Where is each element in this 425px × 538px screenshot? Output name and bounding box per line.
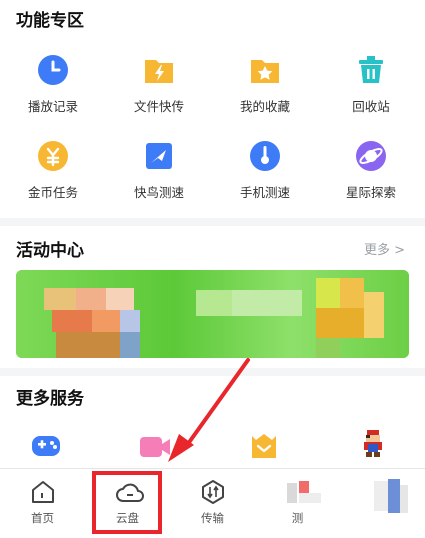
tab-speed[interactable]: 测: [255, 469, 340, 538]
tab-home-label: 首页: [31, 511, 54, 525]
star-explore-item[interactable]: 星际探索: [318, 138, 424, 201]
tab-transfer-label: 传输: [201, 511, 224, 525]
lightning-folder-icon: [141, 52, 177, 88]
bottom-tab-bar: 首页 云盘 传输 测: [0, 468, 425, 538]
features-title: 功能专区: [16, 11, 84, 31]
bird-speedtest-label: 快鸟测速: [133, 185, 184, 200]
services-title: 更多服务: [16, 389, 84, 409]
clock-icon: [35, 52, 71, 88]
tab-profile[interactable]: [340, 469, 425, 538]
coin-task-label: 金币任务: [27, 185, 78, 200]
activity-more-link[interactable]: 更多 >: [364, 239, 405, 258]
file-transfer-item[interactable]: 文件快传: [106, 52, 212, 115]
planet-icon: [353, 138, 389, 174]
phone-speedtest-label: 手机测速: [239, 185, 290, 200]
phone-speedtest-item[interactable]: 手机测速: [212, 138, 318, 201]
speed-icon: [285, 479, 321, 505]
profile-icon: [370, 479, 408, 513]
tab-home[interactable]: 首页: [0, 469, 85, 538]
highlight-box: [92, 471, 162, 534]
recycle-bin-label: 回收站: [352, 99, 390, 114]
tab-transfer[interactable]: 传输: [170, 469, 255, 538]
video-camera-icon[interactable]: [138, 434, 172, 464]
coin-icon: [35, 138, 71, 174]
activity-banner[interactable]: [16, 270, 409, 358]
transfer-icon: [200, 479, 226, 505]
bird-icon: [141, 138, 177, 174]
features-section: 功能专区 播放记录 文件快传 我的收藏 回收站 金币任务 快鸟测速 手机测速 星…: [0, 0, 425, 218]
gift-icon[interactable]: [248, 430, 280, 464]
star-explore-label: 星际探索: [345, 185, 396, 200]
star-folder-icon: [247, 52, 283, 88]
activity-title: 活动中心: [16, 241, 84, 261]
tab-speed-label: 测: [291, 511, 304, 525]
favorites-label: 我的收藏: [239, 99, 290, 114]
mario-icon[interactable]: [358, 428, 388, 464]
play-history-item[interactable]: 播放记录: [0, 52, 106, 115]
favorites-item[interactable]: 我的收藏: [212, 52, 318, 115]
file-transfer-label: 文件快传: [133, 99, 184, 114]
coin-task-item[interactable]: 金币任务: [0, 138, 106, 201]
home-icon: [30, 479, 56, 505]
services-section: 更多服务: [0, 376, 425, 468]
recycle-bin-item[interactable]: 回收站: [318, 52, 424, 115]
play-history-label: 播放记录: [27, 99, 78, 114]
gamepad-icon[interactable]: [30, 432, 62, 464]
trash-icon: [353, 52, 389, 88]
bird-speedtest-item[interactable]: 快鸟测速: [106, 138, 212, 201]
thermometer-icon: [247, 138, 283, 174]
